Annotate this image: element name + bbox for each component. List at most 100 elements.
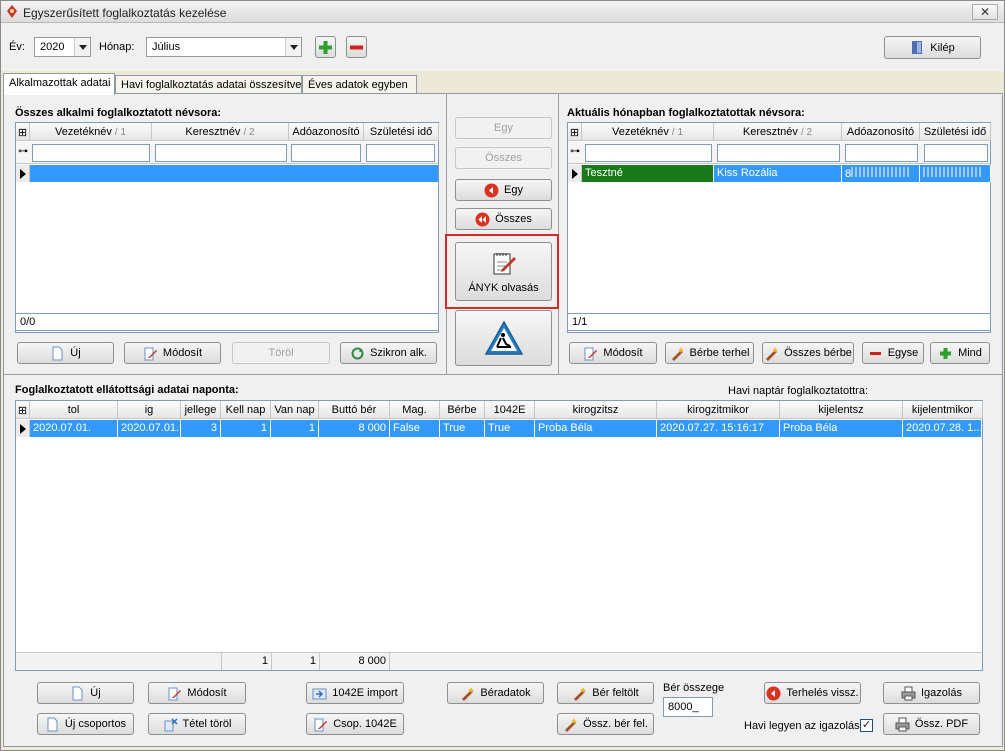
cell-jellege[interactable]: 3 xyxy=(181,420,221,437)
filter-input[interactable] xyxy=(585,144,712,162)
column-header[interactable]: Kell nap xyxy=(221,401,271,419)
edit-record-button[interactable]: Módosít xyxy=(148,682,246,704)
column-header[interactable]: jellege xyxy=(181,401,221,419)
sync-button[interactable]: Szikron alk. xyxy=(340,342,437,364)
button-label: ÁNYK olvasás xyxy=(468,281,539,294)
cell-birth-date[interactable] xyxy=(920,165,991,182)
close-button[interactable]: ✕ xyxy=(972,4,998,20)
filter-input[interactable] xyxy=(924,144,988,162)
new-group-button[interactable]: Új csoportos xyxy=(37,713,134,735)
column-header[interactable]: Vezetéknév / 1 xyxy=(582,123,714,141)
edit-monthly-button[interactable]: Módosít xyxy=(569,342,657,364)
table-row[interactable]: 2020.07.01. 2020.07.01. 3 1 1 8 000 Fals… xyxy=(16,420,982,437)
monthly-cert-checkbox[interactable]: ✓ xyxy=(860,719,873,732)
column-header[interactable]: kirogzitmikor xyxy=(657,401,780,419)
anyk-read-button[interactable]: ÁNYK olvasás xyxy=(455,242,552,301)
column-header[interactable]: 1042E xyxy=(485,401,535,419)
column-header[interactable]: Születési idő xyxy=(364,123,439,141)
button-label: Bér feltölt xyxy=(592,687,639,699)
certificate-button[interactable]: Igazolás xyxy=(883,682,980,704)
wage-data-button[interactable]: Béradatok xyxy=(447,682,544,704)
filter-input[interactable] xyxy=(32,144,150,162)
column-header[interactable]: ig xyxy=(118,401,181,419)
column-header[interactable]: Keresztnév / 2 xyxy=(714,123,842,141)
sum-pdf-button[interactable]: Össz. PDF xyxy=(883,713,980,735)
column-header[interactable]: Buttó bér xyxy=(319,401,390,419)
table-row[interactable] xyxy=(16,165,438,182)
plus-icon xyxy=(940,347,952,359)
cell-ig[interactable]: 2020.07.01. xyxy=(118,420,181,437)
charge-wage-button[interactable]: Bérbe terhel xyxy=(665,342,754,364)
wage-sum-input[interactable]: 8000_ xyxy=(663,697,713,717)
button-label: 1042E import xyxy=(332,687,398,699)
cell-brutto[interactable]: 8 000 xyxy=(319,420,390,437)
button-label: Összes bérbe xyxy=(784,347,852,359)
filter-input[interactable] xyxy=(155,144,287,162)
filter-input[interactable] xyxy=(366,144,435,162)
move-all-left-button[interactable]: Összes xyxy=(455,208,552,230)
cell-tol[interactable]: 2020.07.01. xyxy=(30,420,118,437)
year-select[interactable]: 2020 xyxy=(34,37,91,57)
import-1042e-button[interactable]: 1042E import xyxy=(306,682,404,704)
column-header[interactable]: Van nap xyxy=(271,401,319,419)
empty-selected-row[interactable] xyxy=(30,165,438,182)
cell-van-nap[interactable]: 1 xyxy=(271,420,319,437)
move-one-left-button[interactable]: Egy xyxy=(455,179,552,201)
table-row[interactable]: Tesztné Kiss Rozália 8 xyxy=(568,165,991,182)
charge-all-wage-button[interactable]: Összes bérbe xyxy=(762,342,854,364)
add-month-button[interactable] xyxy=(315,36,336,58)
exit-button[interactable]: Kilép xyxy=(884,36,981,59)
cell-1042e[interactable]: True xyxy=(485,420,535,437)
column-header[interactable]: Keresztnév / 2 xyxy=(152,123,289,141)
tab-monthly-summary[interactable]: Havi foglalkoztatás adatai összesítve xyxy=(115,75,302,94)
magic-wand-icon xyxy=(766,346,779,361)
filter-input[interactable] xyxy=(291,144,361,162)
tab-employees[interactable]: Alkalmazottak adatai xyxy=(3,73,115,95)
delete-employee-button[interactable]: Töröl xyxy=(232,342,330,364)
roadwork-button[interactable] xyxy=(455,310,552,366)
filter-input[interactable] xyxy=(717,144,840,162)
edit-employee-button[interactable]: Módosít xyxy=(124,342,221,364)
column-header[interactable]: Születési idő xyxy=(920,123,991,141)
cell-tax-id[interactable]: 8 xyxy=(842,165,920,182)
remove-one-button[interactable]: Egyse xyxy=(862,342,924,364)
cell-first-name[interactable]: Kiss Rozália xyxy=(714,165,842,182)
add-all-button[interactable]: Mind xyxy=(930,342,990,364)
move-all-right-button[interactable]: Összes xyxy=(455,147,552,169)
new-record-button[interactable]: Új xyxy=(37,682,134,704)
group-1042e-button[interactable]: Csop. 1042E xyxy=(306,713,404,735)
sum-wage-upload-button[interactable]: Össz. bér fel. xyxy=(557,713,654,735)
cell-kell-nap[interactable]: 1 xyxy=(221,420,271,437)
cell-last-name[interactable]: Tesztné xyxy=(582,165,714,182)
cell-kijelentsz[interactable]: Proba Béla xyxy=(780,420,903,437)
delete-item-button[interactable]: Tétel töröl xyxy=(148,713,246,735)
column-header[interactable]: Adóazonosító xyxy=(289,123,364,141)
column-header[interactable]: kijelentsz xyxy=(780,401,903,419)
wage-upload-button[interactable]: Bér feltölt xyxy=(557,682,654,704)
arrow-left-circle-icon xyxy=(484,183,499,197)
column-chooser-icon[interactable]: ⊞ xyxy=(568,123,582,141)
column-header[interactable]: tol xyxy=(30,401,118,419)
cell-kijelentmikor[interactable]: 2020.07.28. 1... xyxy=(903,420,982,437)
column-header[interactable]: Bérbe xyxy=(440,401,485,419)
column-header[interactable]: Mag. xyxy=(390,401,440,419)
cell-kirogzitsz[interactable]: Proba Béla xyxy=(535,420,657,437)
column-header[interactable]: kijelentmikor xyxy=(903,401,983,419)
month-select[interactable]: Július xyxy=(146,37,302,57)
minus-icon xyxy=(869,351,881,355)
column-header[interactable]: Adóazonosító xyxy=(842,123,920,141)
new-employee-button[interactable]: Új xyxy=(17,342,114,364)
charge-back-button[interactable]: Terhelés vissz. xyxy=(764,682,861,704)
remove-month-button[interactable] xyxy=(346,36,367,58)
filter-input[interactable] xyxy=(845,144,918,162)
move-one-right-button[interactable]: Egy xyxy=(455,117,552,139)
column-header[interactable]: Vezetéknév / 1 xyxy=(30,123,152,141)
column-header[interactable]: kirogzitsz xyxy=(535,401,657,419)
column-chooser-icon[interactable]: ⊞ xyxy=(16,401,30,419)
column-chooser-icon[interactable]: ⊞ xyxy=(16,123,30,141)
cell-kirogzitmikor[interactable]: 2020.07.27. 15:16:17 xyxy=(657,420,780,437)
tab-yearly-data[interactable]: Éves adatok egyben xyxy=(302,75,417,94)
all-employees-grid: ⊞ Vezetéknév / 1 Keresztnév / 2 Adóazono… xyxy=(15,122,439,333)
cell-mag[interactable]: False xyxy=(390,420,440,437)
cell-berbe[interactable]: True xyxy=(440,420,485,437)
